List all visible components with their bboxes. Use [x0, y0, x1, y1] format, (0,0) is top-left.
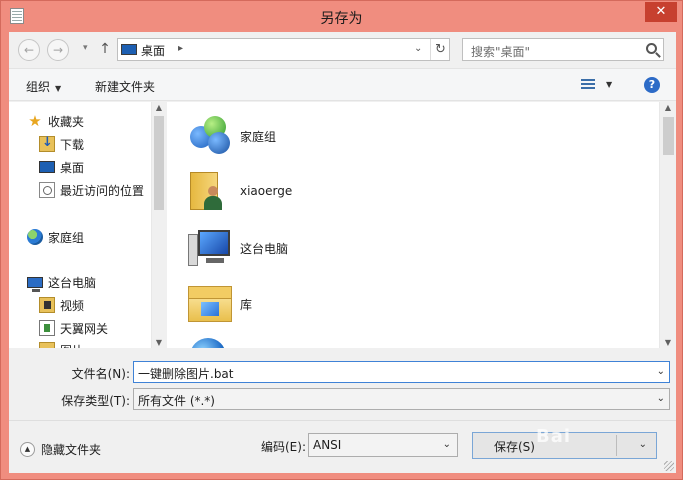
list-item-label: xiaoerge: [240, 184, 293, 198]
list-item-network[interactable]: [186, 334, 446, 348]
save-as-dialog: 另存为 ✕ ← → ▾ ↑ 桌面 ▸ ⌄ ↻ 搜索"桌面" 组织 ▼ 新建文件夹 …: [0, 0, 683, 480]
filetype-value: 所有文件 (*.*): [138, 394, 215, 408]
list-item-label: 库: [240, 298, 253, 312]
list-item-label: 这台电脑: [240, 242, 289, 256]
search-icon[interactable]: [646, 43, 657, 54]
videos-folder-icon: [39, 297, 55, 313]
file-list-scrollbar[interactable]: ▲ ▼: [659, 102, 676, 348]
sidebar-item-label: 天翼网关: [60, 321, 109, 336]
window-title: 另存为: [320, 11, 363, 27]
sidebar-item-downloads[interactable]: 下载: [39, 134, 84, 154]
filetype-select[interactable]: 所有文件 (*.*) ⌄: [133, 388, 670, 410]
filename-input[interactable]: 一键删除图片.bat ⌄: [133, 361, 670, 383]
scrollbar-thumb[interactable]: [154, 116, 164, 210]
help-icon[interactable]: ?: [644, 77, 660, 93]
new-folder-button[interactable]: 新建文件夹: [95, 78, 155, 95]
sidebar-item-label: 这台电脑: [48, 275, 97, 290]
address-history-dropdown[interactable]: ⌄: [414, 43, 422, 54]
chevron-down-icon[interactable]: ⌄: [443, 439, 451, 450]
chevron-down-icon[interactable]: ⌄: [639, 439, 647, 450]
desktop-icon: [121, 44, 137, 55]
scrollbar-thumb[interactable]: [663, 117, 674, 155]
resize-grip-icon[interactable]: [664, 461, 674, 471]
list-item-user-folder[interactable]: xiaoerge: [186, 166, 446, 216]
path-separator-icon[interactable]: ▸: [178, 43, 183, 54]
list-item-label: 家庭组: [240, 130, 277, 144]
file-list: 家庭组 xiaoerge 这台电脑 库 ▲ ▼: [167, 102, 676, 348]
sidebar-item-recent-places[interactable]: 最近访问的位置: [39, 180, 144, 200]
hide-folders-button[interactable]: ▲ 隐藏文件夹: [20, 441, 101, 458]
dialog-client: ← → ▾ ↑ 桌面 ▸ ⌄ ↻ 搜索"桌面" 组织 ▼ 新建文件夹 ▼ ? ★…: [9, 32, 676, 473]
sidebar-scrollbar[interactable]: ▲ ▼: [151, 102, 166, 348]
list-item-libraries[interactable]: 库: [186, 278, 446, 328]
button-split-divider: [616, 435, 617, 456]
sidebar-item-label: 视频: [60, 298, 85, 313]
save-label: 保存(S): [494, 440, 535, 454]
network-large-icon: [186, 336, 234, 348]
computer-icon: [27, 276, 43, 292]
sidebar-item-desktop[interactable]: 桌面: [39, 157, 84, 177]
encoding-label: 编码(E):: [261, 440, 306, 454]
refresh-button[interactable]: ↻: [430, 39, 450, 60]
close-button[interactable]: ✕: [645, 2, 677, 22]
address-bar[interactable]: 桌面 ▸ ⌄ ↻: [117, 38, 450, 61]
toolbar: 组织 ▼ 新建文件夹 ▼ ?: [9, 68, 676, 101]
sidebar-item-tianyi-gateway[interactable]: 天翼网关: [39, 318, 108, 338]
back-button[interactable]: ←: [18, 39, 40, 61]
list-item-homegroup[interactable]: 家庭组: [186, 110, 446, 160]
title-bar[interactable]: 另存为 ✕: [1, 1, 682, 32]
sidebar-item-label: 家庭组: [48, 230, 85, 245]
sidebar-item-label: 收藏夹: [48, 114, 85, 129]
homegroup-icon: [27, 229, 43, 245]
desktop-icon: [39, 161, 55, 173]
recent-places-icon: [39, 182, 55, 198]
star-icon: ★: [28, 112, 42, 130]
sidebar-item-label: 图片: [60, 342, 84, 349]
search-placeholder: 搜索"桌面": [471, 45, 531, 59]
organize-button[interactable]: 组织 ▼: [26, 78, 61, 95]
sidebar-item-videos[interactable]: 视频: [39, 295, 84, 315]
up-button[interactable]: ↑: [97, 38, 113, 60]
sidebar-item-label: 桌面: [60, 160, 85, 175]
encoding-select[interactable]: ANSI ⌄: [308, 433, 458, 457]
hide-folders-label: 隐藏文件夹: [41, 443, 102, 457]
pictures-folder-icon: [39, 342, 55, 348]
sidebar-item-favorites[interactable]: ★ 收藏夹: [27, 111, 84, 131]
divider: [9, 420, 676, 421]
chevron-down-icon[interactable]: ⌄: [657, 393, 665, 404]
filename-label: 文件名(N):: [71, 367, 130, 381]
scroll-down-icon[interactable]: ▼: [663, 338, 673, 347]
forward-button[interactable]: →: [47, 39, 69, 61]
watermark-text: Bai: [536, 426, 572, 447]
filetype-label: 保存类型(T):: [61, 394, 130, 408]
sidebar-item-label: 最近访问的位置: [60, 183, 145, 198]
caret-down-icon: ▼: [55, 84, 62, 93]
chevron-up-icon: ▲: [20, 442, 35, 457]
network-device-icon: [39, 320, 55, 336]
address-path[interactable]: 桌面: [141, 42, 165, 59]
sidebar-item-label: 下载: [60, 137, 85, 152]
scroll-up-icon[interactable]: ▲: [663, 103, 673, 112]
sidebar-item-pictures[interactable]: 图片: [39, 340, 84, 348]
scroll-up-icon[interactable]: ▲: [154, 103, 164, 112]
encoding-value: ANSI: [313, 438, 342, 452]
user-folder-icon: [186, 168, 234, 214]
navigation-pane: ★ 收藏夹 下载 桌面 最近访问的位置 家庭组 这台电脑: [9, 102, 166, 348]
recent-locations-dropdown[interactable]: ▾: [83, 43, 88, 53]
sidebar-item-homegroup[interactable]: 家庭组: [27, 227, 84, 247]
sidebar-item-this-pc[interactable]: 这台电脑: [27, 272, 96, 292]
scroll-down-icon[interactable]: ▼: [154, 338, 164, 347]
downloads-folder-icon: [39, 135, 55, 152]
search-input[interactable]: 搜索"桌面": [462, 38, 664, 61]
list-item-this-pc[interactable]: 这台电脑: [186, 222, 446, 272]
organize-label: 组织: [26, 80, 51, 94]
libraries-icon: [186, 280, 234, 326]
computer-large-icon: [186, 224, 234, 270]
chevron-down-icon[interactable]: ⌄: [657, 366, 665, 377]
filename-value[interactable]: 一键删除图片.bat: [138, 365, 234, 382]
homegroup-large-icon: [186, 112, 234, 158]
view-options-icon[interactable]: [581, 77, 599, 93]
view-dropdown-icon[interactable]: ▼: [606, 80, 612, 89]
